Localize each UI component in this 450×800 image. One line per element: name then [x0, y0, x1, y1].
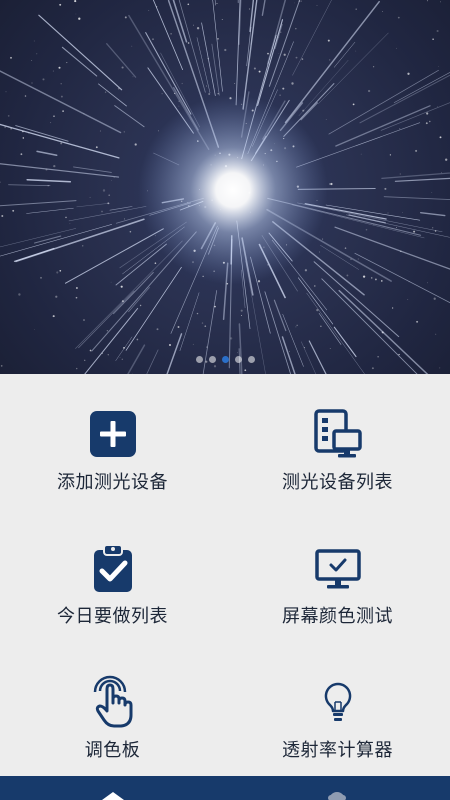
transmittance-calculator-button[interactable]: 透射率计算器 [225, 642, 450, 776]
carousel-dot[interactable] [208, 356, 216, 363]
home-icon [102, 792, 124, 800]
meter-list-label: 测光设备列表 [282, 472, 393, 493]
monitor-check-icon [310, 540, 366, 596]
tab-profile[interactable] [225, 776, 450, 800]
palette-button[interactable]: 调色板 [0, 642, 225, 776]
clipboard-check-icon [85, 540, 141, 596]
transmittance-calculator-label: 透射率计算器 [282, 740, 393, 761]
screen-color-test-button[interactable]: 屏幕颜色测试 [225, 508, 450, 642]
starfield-image [0, 0, 450, 374]
meter-list-button[interactable]: 测光设备列表 [225, 374, 450, 508]
plus-square-icon [85, 406, 141, 462]
screen-color-test-label: 屏幕颜色测试 [282, 606, 393, 627]
carousel-dot[interactable] [247, 356, 255, 363]
touch-hand-icon [85, 674, 141, 730]
add-meter-button[interactable]: 添加测光设备 [0, 374, 225, 508]
bottom-tab-bar [0, 776, 450, 800]
device-list-icon [310, 406, 366, 462]
carousel-indicator [0, 356, 450, 368]
palette-label: 调色板 [84, 740, 141, 761]
carousel-dot[interactable] [195, 356, 203, 363]
add-meter-label: 添加测光设备 [57, 472, 168, 493]
feature-grid: 添加测光设备 测光设备列表 今日要做列表 屏幕颜色测试 调色板 透射率计算器 [0, 374, 450, 776]
carousel-dot-active[interactable] [221, 356, 229, 363]
banner-carousel[interactable] [0, 0, 450, 374]
profile-icon [328, 792, 346, 800]
todo-list-label: 今日要做列表 [57, 606, 168, 627]
lightbulb-icon [310, 674, 366, 730]
carousel-dot[interactable] [234, 356, 242, 363]
todo-list-button[interactable]: 今日要做列表 [0, 508, 225, 642]
tab-home[interactable] [0, 776, 225, 800]
app-screen: 添加测光设备 测光设备列表 今日要做列表 屏幕颜色测试 调色板 透射率计算器 [0, 0, 450, 800]
